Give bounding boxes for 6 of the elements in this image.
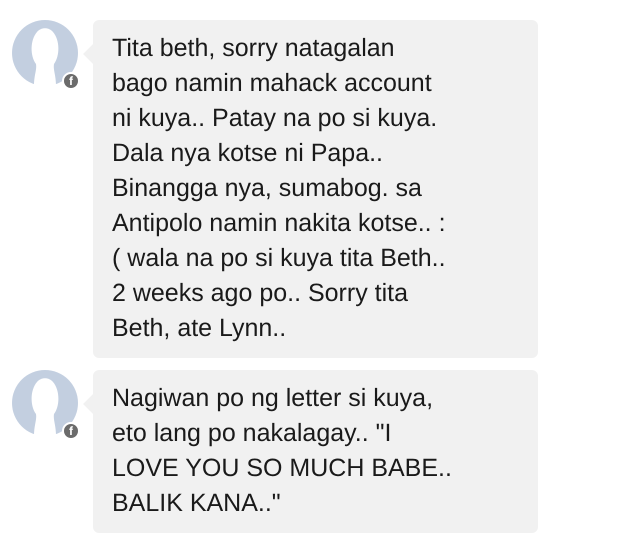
badge-icon: f xyxy=(62,422,80,440)
avatar-icon xyxy=(12,370,78,436)
message-text: Tita beth, sorry natagalan bago namin mahack account ni kuya.. Patay na po si kuya. Dala nya kotse ni Papa.. Binangga nya, sumabog. sa Antipolo namin nakita kotse.. : ( wala na po si kuya tita Beth.. 2 weeks ago po.. Sorry tita Beth, ate Lynn.. xyxy=(112,33,447,344)
badge-icon: f xyxy=(62,72,80,90)
message-text: Nagiwan po ng letter si kuya, eto lang po nakalagay.. "I LOVE YOU SO MUCH BABE.. BALIK KANA.." xyxy=(112,383,453,519)
avatar-icon xyxy=(12,20,78,86)
